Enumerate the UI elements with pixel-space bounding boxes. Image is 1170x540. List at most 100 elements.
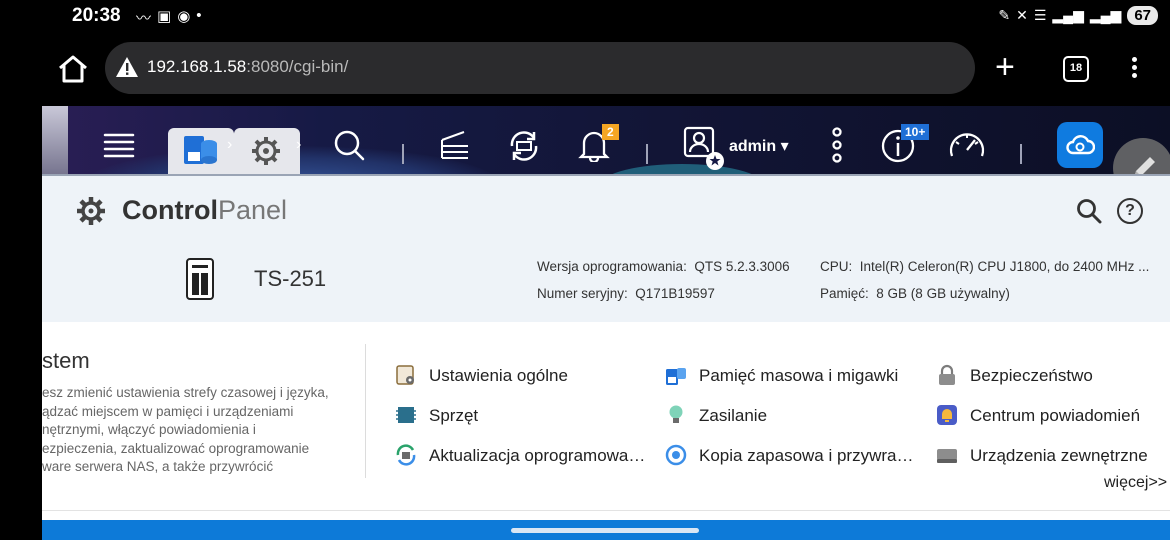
tab-switcher-button[interactable]: 18	[1063, 56, 1089, 82]
task-monitor-icon[interactable]	[438, 128, 472, 162]
link-firmware-update[interactable]: Aktualizacja oprogramowa…	[429, 446, 645, 466]
memory-value: 8 GB (8 GB używalny)	[876, 286, 1010, 301]
search-icon[interactable]	[1076, 198, 1102, 224]
page-title-bold: Control	[122, 195, 218, 225]
warning-icon[interactable]	[115, 56, 139, 78]
notification-count-badge: 2	[602, 124, 619, 140]
backup-icon	[665, 444, 687, 466]
screenshot-icon: ▣	[157, 8, 172, 25]
serial-info: Numer seryjny: Q171B19597	[537, 286, 715, 301]
description-line: nętrznymi, włączyć powiadomienia i	[42, 422, 256, 438]
myqnapcloud-button[interactable]	[1057, 122, 1103, 168]
hardware-icon	[396, 407, 416, 423]
description-line: ezpieczenia, zaktualizować oprogramowani…	[42, 440, 310, 456]
home-icon[interactable]	[56, 54, 90, 84]
serial-value: Q171B19597	[635, 286, 715, 301]
memory-label: Pamięć:	[820, 286, 869, 301]
cpu-label: CPU:	[820, 259, 853, 274]
url-text[interactable]: 192.168.1.58:8080/cgi-bin/	[147, 57, 348, 77]
viewport-edge	[0, 34, 42, 540]
section-divider	[365, 344, 366, 478]
search-icon[interactable]	[332, 128, 366, 162]
browser-toolbar: 192.168.1.58:8080/cgi-bin/ + 18	[42, 34, 1170, 106]
description-line: esz zmienić ustawienia strefy czasowej i…	[42, 385, 329, 400]
user-admin-icon[interactable]	[683, 126, 727, 172]
toolbar-separator	[646, 144, 648, 164]
cpu-value: Intel(R) Celeron(R) CPU J1800, do 2400 M…	[859, 259, 1150, 274]
gear-icon	[252, 137, 280, 165]
user-menu[interactable]: admin ▾	[729, 136, 789, 156]
link-backup-restore[interactable]: Kopia zapasowa i przywra…	[699, 446, 913, 466]
new-tab-icon[interactable]: +	[995, 50, 1015, 84]
more-link[interactable]: więcej>>	[1104, 474, 1167, 492]
link-power[interactable]: Zasilanie	[699, 406, 767, 426]
link-external-devices[interactable]: Urządzenia zewnętrzne	[970, 446, 1148, 466]
signal2-icon: ▂▄▆	[1089, 7, 1122, 23]
toolbar-separator	[402, 144, 404, 164]
resource-monitor-icon[interactable]	[948, 128, 986, 164]
chevron-right-icon: ›	[227, 136, 233, 153]
qts-toolbar: › › 2 admin ▾ 10+	[42, 106, 1170, 174]
caret-down-icon: ▾	[780, 138, 789, 155]
cpu-info: CPU: Intel(R) Celeron(R) CPU J1800, do 2…	[820, 259, 1149, 274]
signal-icon: ▂▄▆	[1052, 7, 1084, 23]
link-notification-center[interactable]: Centrum powiadomień	[970, 406, 1140, 426]
memory-info: Pamięć: 8 GB (8 GB używalny)	[820, 286, 1010, 301]
storage-app-icon	[184, 136, 217, 164]
nas-model: TS-251	[254, 266, 327, 291]
updates-count-badge: 10+	[901, 124, 930, 140]
description-line: ądzać miejscem w pamięci i urządzeniami	[42, 403, 294, 419]
power-bulb-icon	[669, 405, 683, 423]
storage-icon	[666, 368, 686, 385]
help-icon[interactable]: ?	[1117, 198, 1143, 224]
battery-indicator: 67	[1127, 6, 1158, 25]
dot-icon: •	[196, 7, 202, 24]
firmware-update-icon	[396, 444, 416, 466]
status-bar: 20:38 〰 ▣ ◉ • ✎ ✕ ☰ ▂▄▆ ▂▄▆ 67	[0, 0, 1170, 34]
chevron-right-icon: ›	[296, 136, 302, 153]
wifi-icon: ☰	[1033, 7, 1047, 23]
toolbar-left-cap	[42, 106, 68, 174]
wave-icon: 〰	[136, 10, 152, 27]
section-description: esz zmienić ustawienia strefy czasowej i…	[42, 384, 342, 477]
firmware-value: QTS 5.2.3.3006	[694, 259, 790, 274]
url-path: :8080/cgi-bin/	[246, 57, 349, 76]
status-right-icons: ✎ ✕ ☰ ▂▄▆ ▂▄▆ 67	[998, 6, 1158, 25]
nas-device-icon	[186, 258, 214, 300]
control-panel-header: ControlPanel ? TS-251 Wersja oprogramowa…	[42, 174, 1170, 322]
firmware-info: Wersja oprogramowania: QTS 5.2.3.3006	[537, 259, 790, 274]
toolbar-wave-decoration-2	[602, 164, 762, 174]
control-panel-app-tab[interactable]	[234, 128, 300, 174]
url-host: 192.168.1.58	[147, 57, 247, 76]
page-title-light: Panel	[217, 195, 288, 225]
firmware-label: Wersja oprogramowania:	[537, 259, 687, 274]
status-notification-icons: 〰 ▣ ◉ •	[136, 7, 202, 28]
control-panel-gear-icon	[77, 197, 105, 225]
username: admin	[729, 138, 777, 155]
link-storage-snapshots[interactable]: Pamięć masowa i migawki	[699, 366, 898, 386]
external-device-icon	[937, 449, 957, 463]
description-line: ware serwera NAS, a także przywrócić	[42, 459, 274, 475]
link-hardware[interactable]: Sprzęt	[429, 406, 478, 426]
pen-icon: ✎	[998, 7, 1011, 23]
lock-icon	[939, 364, 955, 385]
hamburger-menu-icon[interactable]	[102, 128, 136, 162]
serial-label: Numer seryjny:	[537, 286, 628, 301]
section-bottom-border	[42, 510, 1170, 511]
notification-center-icon	[937, 405, 957, 425]
address-bar[interactable]: 192.168.1.58:8080/cgi-bin/	[105, 42, 975, 94]
page-title: ControlPanel	[122, 195, 287, 226]
link-security[interactable]: Bezpieczeństwo	[970, 366, 1093, 386]
link-general-settings[interactable]: Ustawienia ogólne	[429, 366, 568, 386]
sync-icon[interactable]	[506, 128, 542, 164]
gesture-nav-handle[interactable]	[511, 528, 699, 533]
storage-app-tab[interactable]	[168, 128, 234, 174]
general-settings-icon	[396, 365, 414, 385]
section-title: stem	[42, 348, 90, 373]
system-section: stem esz zmienić ustawienia strefy czaso…	[42, 322, 1170, 520]
cloud-icon	[1066, 135, 1095, 155]
more-options-icon[interactable]	[827, 126, 847, 166]
messenger-icon: ◉	[177, 8, 191, 25]
overflow-menu-icon[interactable]	[1132, 54, 1140, 81]
status-time: 20:38	[72, 5, 121, 26]
